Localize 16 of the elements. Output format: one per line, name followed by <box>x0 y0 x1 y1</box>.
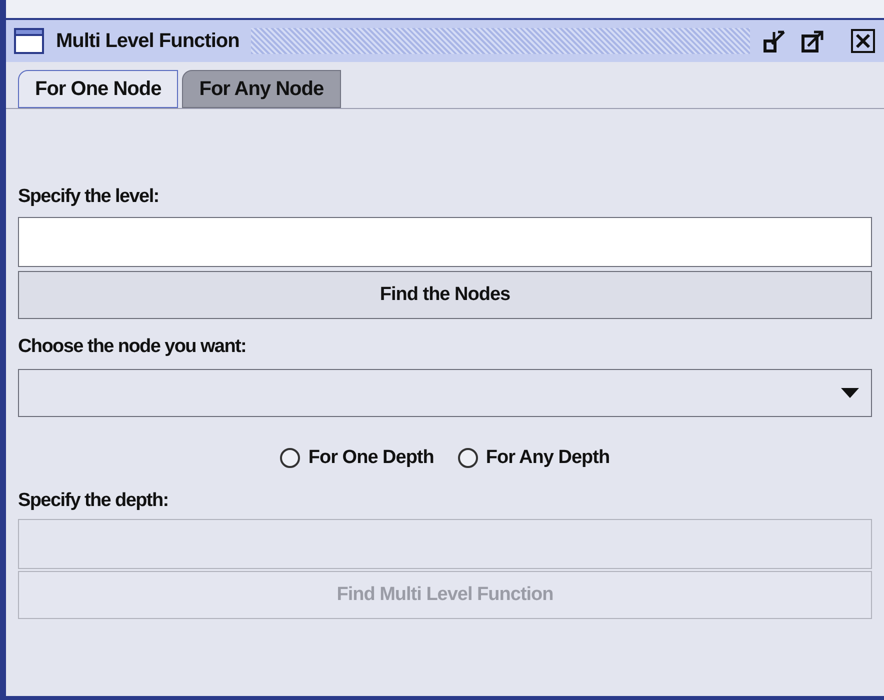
dropdown-arrow-icon <box>841 388 859 398</box>
window-icon <box>14 28 44 54</box>
depth-label: Specify the depth: <box>18 489 170 513</box>
tab[interactable]: For One Node <box>18 70 178 108</box>
maximize-icon[interactable] <box>800 28 826 54</box>
close-icon[interactable] <box>850 28 876 54</box>
node-label: Choose the node you want: <box>18 335 248 359</box>
node-dropdown[interactable] <box>18 369 872 417</box>
depth-radio[interactable]: For One Depth <box>280 444 434 472</box>
window-title: Multi Level Function <box>56 29 240 54</box>
level-label: Specify the level: <box>18 185 160 209</box>
find-nodes-button[interactable]: Find the Nodes <box>18 271 872 319</box>
level-input-field[interactable] <box>18 217 872 267</box>
depth-radio[interactable]: For Any Depth <box>458 444 610 472</box>
minimize-icon[interactable] <box>762 28 788 54</box>
tab[interactable]: For Any Node <box>182 70 341 108</box>
